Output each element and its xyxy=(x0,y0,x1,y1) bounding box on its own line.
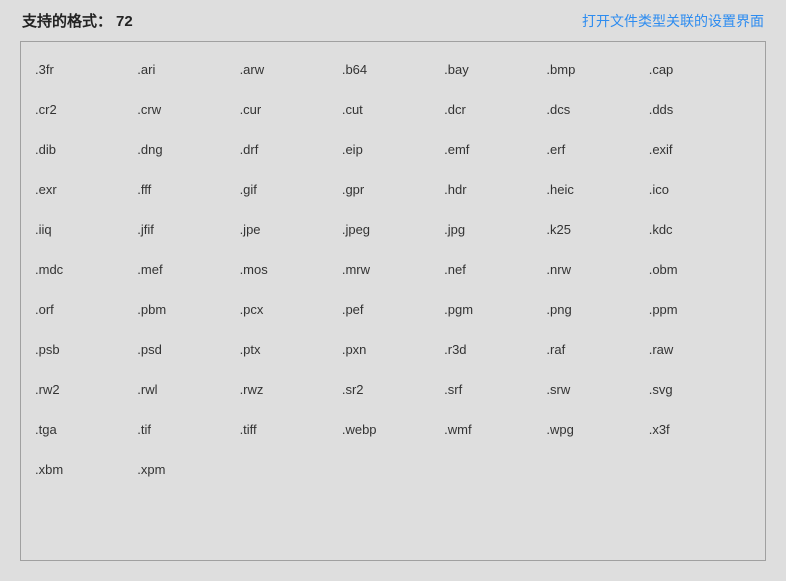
format-item: .psb xyxy=(35,342,137,357)
format-item: .arw xyxy=(240,62,342,77)
format-item: .ico xyxy=(649,182,751,197)
format-item: .heic xyxy=(546,182,648,197)
format-item: .pbm xyxy=(137,302,239,317)
header-bar: 支持的格式： 72 打开文件类型关联的设置界面 xyxy=(20,10,766,31)
format-item: .tif xyxy=(137,422,239,437)
format-item: .dng xyxy=(137,142,239,157)
format-item: .srf xyxy=(444,382,546,397)
format-item: .b64 xyxy=(342,62,444,77)
format-item: .xpm xyxy=(137,462,239,477)
format-item: .hdr xyxy=(444,182,546,197)
formats-grid: .3fr.ari.arw.b64.bay.bmp.cap .cr2.crw.cur… xyxy=(35,62,751,477)
format-item: .k25 xyxy=(546,222,648,237)
format-item: .kdc xyxy=(649,222,751,237)
format-item: .fff xyxy=(137,182,239,197)
format-item: .emf xyxy=(444,142,546,157)
format-item: .wmf xyxy=(444,422,546,437)
format-item: .pgm xyxy=(444,302,546,317)
open-file-association-link[interactable]: 打开文件类型关联的设置界面 xyxy=(582,11,764,31)
format-item: .bay xyxy=(444,62,546,77)
format-item: .psd xyxy=(137,342,239,357)
format-item: .ppm xyxy=(649,302,751,317)
format-item: .jpe xyxy=(240,222,342,237)
format-item: .mrw xyxy=(342,262,444,277)
format-item: .cur xyxy=(240,102,342,117)
format-item: .3fr xyxy=(35,62,137,77)
format-item: .crw xyxy=(137,102,239,117)
format-item: .jpg xyxy=(444,222,546,237)
format-item: .rw2 xyxy=(35,382,137,397)
main-container: 支持的格式： 72 打开文件类型关联的设置界面 .3fr.ari.arw.b64… xyxy=(0,0,786,581)
format-item: .sr2 xyxy=(342,382,444,397)
format-item: .jpeg xyxy=(342,222,444,237)
format-item: .x3f xyxy=(649,422,751,437)
format-item: .dds xyxy=(649,102,751,117)
format-item: .nef xyxy=(444,262,546,277)
format-item: .dcs xyxy=(546,102,648,117)
format-item: .mef xyxy=(137,262,239,277)
format-item: .png xyxy=(546,302,648,317)
format-item: .dib xyxy=(35,142,137,157)
format-item: .dcr xyxy=(444,102,546,117)
format-item: .wpg xyxy=(546,422,648,437)
format-item: .gpr xyxy=(342,182,444,197)
format-item: .raf xyxy=(546,342,648,357)
format-item: .pxn xyxy=(342,342,444,357)
format-count: 72 xyxy=(116,13,133,30)
format-item: .pef xyxy=(342,302,444,317)
format-item: .rwz xyxy=(240,382,342,397)
format-item: .iiq xyxy=(35,222,137,237)
format-item: .bmp xyxy=(546,62,648,77)
format-item: .obm xyxy=(649,262,751,277)
format-item: .mdc xyxy=(35,262,137,277)
format-item: .tiff xyxy=(240,422,342,437)
format-item: .ptx xyxy=(240,342,342,357)
format-item: .mos xyxy=(240,262,342,277)
format-item: .erf xyxy=(546,142,648,157)
format-item: .gif xyxy=(240,182,342,197)
format-item: .cut xyxy=(342,102,444,117)
format-item: .nrw xyxy=(546,262,648,277)
format-item: .srw xyxy=(546,382,648,397)
format-item: .webp xyxy=(342,422,444,437)
format-item: .raw xyxy=(649,342,751,357)
format-item: .svg xyxy=(649,382,751,397)
format-item: .orf xyxy=(35,302,137,317)
title-group: 支持的格式： 72 xyxy=(22,10,133,31)
format-item: .pcx xyxy=(240,302,342,317)
format-item: .cap xyxy=(649,62,751,77)
format-item: .drf xyxy=(240,142,342,157)
format-item: .jfif xyxy=(137,222,239,237)
format-item: .xbm xyxy=(35,462,137,477)
formats-box: .3fr.ari.arw.b64.bay.bmp.cap .cr2.crw.cur… xyxy=(20,41,766,561)
format-item: .ari xyxy=(137,62,239,77)
format-item: .tga xyxy=(35,422,137,437)
format-item: .exif xyxy=(649,142,751,157)
format-item: .eip xyxy=(342,142,444,157)
format-item: .rwl xyxy=(137,382,239,397)
format-item: .exr xyxy=(35,182,137,197)
supported-formats-label: 支持的格式： xyxy=(22,10,112,31)
format-item: .r3d xyxy=(444,342,546,357)
format-item: .cr2 xyxy=(35,102,137,117)
